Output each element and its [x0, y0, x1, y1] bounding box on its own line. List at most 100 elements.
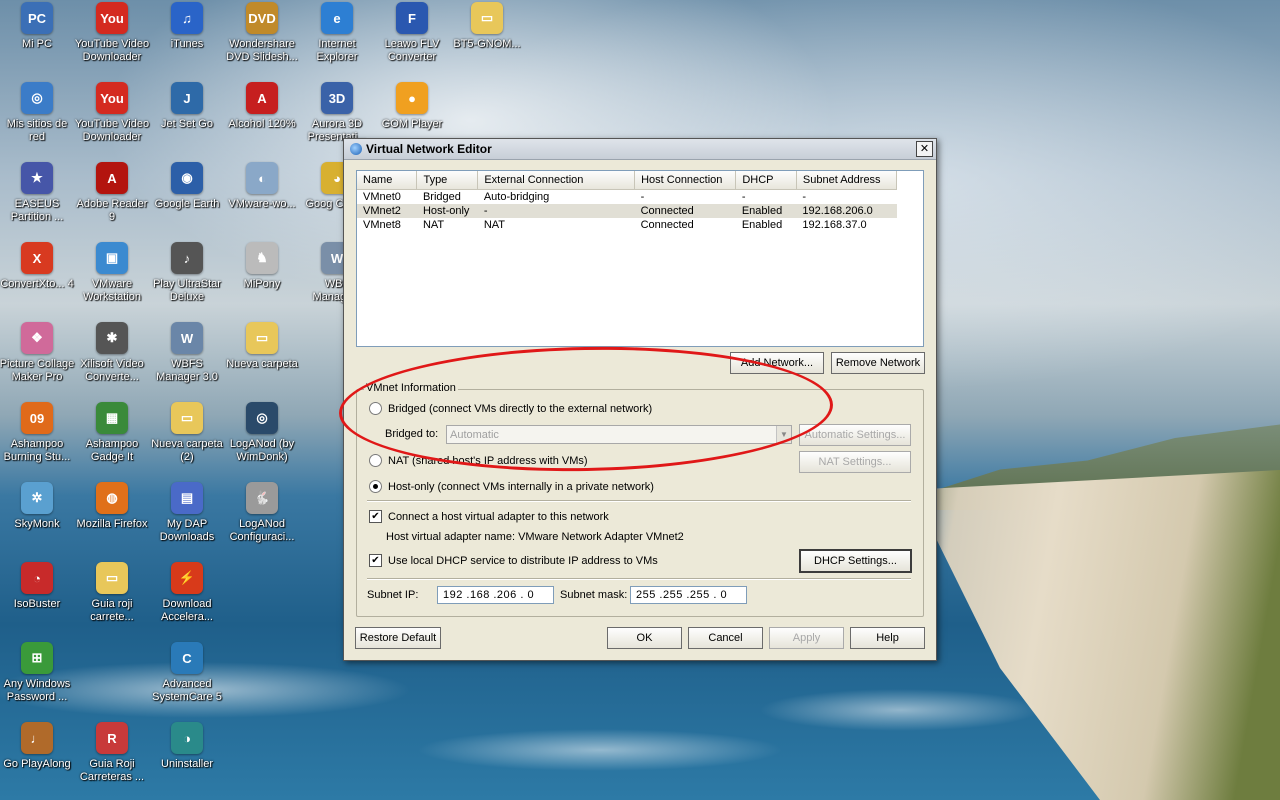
cancel-button[interactable]: Cancel: [688, 627, 763, 649]
desktop-icon-label: Any Windows Password ...: [3, 678, 71, 703]
ok-button[interactable]: OK: [607, 627, 682, 649]
desktop-icon-label: YouTube Video Downloader: [74, 38, 150, 63]
column-header[interactable]: DHCP: [735, 171, 797, 190]
desktop-icon[interactable]: ▤ My DAP Downloads: [149, 482, 225, 544]
desktop-icon-label: Internet Explorer: [316, 38, 358, 63]
connect-adapter-checkbox[interactable]: ✔: [369, 510, 382, 523]
desktop-icon[interactable]: e Internet Explorer: [299, 2, 375, 64]
adapter-name-row: Host virtual adapter name: VMware Networ…: [386, 531, 684, 543]
desktop-icon[interactable]: A Alcohol 120%: [224, 82, 300, 131]
dialog-titlebar[interactable]: Virtual Network Editor ✕: [344, 139, 936, 160]
desktop-icon[interactable]: PC Mi PC: [0, 2, 75, 51]
desktop-icon[interactable]: ❖ Picture Collage Maker Pro: [0, 322, 75, 384]
desktop-icon[interactable]: ◉ Google Earth: [149, 162, 225, 211]
close-icon[interactable]: ✕: [916, 141, 933, 157]
desktop-icon[interactable]: ♞ MiPony: [224, 242, 300, 291]
desktop-icon[interactable]: ⊞ Any Windows Password ...: [0, 642, 75, 704]
column-header[interactable]: Host Connection: [634, 171, 737, 190]
desktop-icon[interactable]: DVD Wondershare DVD Slidesh...: [224, 2, 300, 64]
desktop-icon[interactable]: ◍ Mozilla Firefox: [74, 482, 150, 531]
desktop-icon[interactable]: 🐇 LogANod Configuraci...: [224, 482, 300, 544]
nat-radio[interactable]: [369, 454, 382, 467]
desktop-icon[interactable]: R Guia Roji Carreteras ...: [74, 722, 150, 784]
column-header[interactable]: Name: [357, 171, 418, 190]
desktop-icon[interactable]: ◎ LogANod (by WimDonk): [224, 402, 300, 464]
desktop-icon-label: LogANod (by WimDonk): [229, 438, 295, 463]
connect-adapter-label: Connect a host virtual adapter to this n…: [388, 510, 609, 523]
host-only-option[interactable]: Host-only (connect VMs internally in a p…: [369, 480, 654, 493]
desktop-icon[interactable]: ★ EASEUS Partition ...: [0, 162, 75, 224]
host-only-radio[interactable]: [369, 480, 382, 493]
easeus-icon: ★: [21, 162, 53, 194]
nat-settings-button: NAT Settings...: [799, 451, 911, 473]
column-header[interactable]: Subnet Address: [796, 171, 898, 190]
subnet-mask-input[interactable]: 255 .255 .255 . 0: [630, 586, 747, 604]
vmware-network-icon: [350, 143, 362, 155]
desktop-icon[interactable]: You YouTube Video Downloader: [74, 2, 150, 64]
network-places-icon: ◎: [21, 82, 53, 114]
desktop-icon[interactable]: ▣ VMware Workstation: [74, 242, 150, 304]
desktop-icon-label: Uninstaller: [161, 758, 213, 770]
column-header[interactable]: External Connection: [477, 171, 636, 190]
desktop-icon[interactable]: W WBFS Manager 3.0: [149, 322, 225, 384]
desktop-icon[interactable]: ⚡ Download Accelera...: [149, 562, 225, 624]
bridged-radio[interactable]: [369, 402, 382, 415]
desktop-icon-label: GOM Player: [381, 118, 443, 130]
subnet-mask-row: Subnet mask:: [560, 589, 627, 601]
desktop-icon[interactable]: ♩ Go PlayAlong: [0, 722, 75, 771]
skymonk-icon: ✲: [21, 482, 53, 514]
desktop-icon-label: Mi PC: [22, 38, 52, 50]
desktop-icon[interactable]: 3D Aurora 3D Presentati...: [299, 82, 375, 144]
help-button[interactable]: Help: [850, 627, 925, 649]
desktop-icon-label: Go PlayAlong: [3, 758, 71, 770]
desktop-icon[interactable]: ▭ Nueva carpeta (2): [149, 402, 225, 464]
table-cell: VMnet2: [357, 204, 417, 218]
add-network-button[interactable]: Add Network...: [730, 352, 824, 374]
desktop-icon[interactable]: A Adobe Reader 9: [74, 162, 150, 224]
table-row[interactable]: VMnet0 Bridged Auto-bridging - - -: [357, 190, 897, 205]
desktop-icon[interactable]: ✱ Xilisoft Video Converte...: [74, 322, 150, 384]
desktop-icon-label: Jet Set Go: [161, 118, 213, 130]
desktop-icon[interactable]: ♫ iTunes: [149, 2, 225, 51]
guitar-icon: ♩: [21, 722, 53, 754]
separator: [367, 500, 911, 502]
desktop-icon[interactable]: ◐ VMware-wo...: [224, 162, 300, 211]
dhcp-option[interactable]: ✔ Use local DHCP service to distribute I…: [369, 554, 658, 567]
restore-default-button[interactable]: Restore Default: [355, 627, 441, 649]
table-cell: VMnet0: [363, 191, 401, 203]
desktop-icon[interactable]: ◔ IsoBuster: [0, 562, 75, 611]
connect-adapter-option[interactable]: ✔ Connect a host virtual adapter to this…: [369, 510, 609, 523]
desktop-icon[interactable]: ✲ SkyMonk: [0, 482, 75, 531]
dhcp-checkbox[interactable]: ✔: [369, 554, 382, 567]
subnet-ip-input[interactable]: 192 .168 .206 . 0: [437, 586, 554, 604]
remove-network-button[interactable]: Remove Network: [831, 352, 925, 374]
flv-converter-icon: F: [396, 2, 428, 34]
desktop-icon[interactable]: You YouTube Video Downloader: [74, 82, 150, 144]
computer-icon: PC: [21, 2, 53, 34]
desktop-icon[interactable]: X ConvertXto... 4: [0, 242, 75, 291]
desktop-icon-label: Advanced SystemCare 5: [152, 678, 222, 703]
desktop-icon[interactable]: ◎ Mis sitios de red: [0, 82, 75, 144]
apply-button: Apply: [769, 627, 844, 649]
bridged-to-label: Bridged to:: [385, 428, 439, 440]
table-row[interactable]: VMnet2 Host-only - Connected Enabled 192.168.…: [357, 204, 897, 218]
network-list[interactable]: Name Type External Connection Host Connecti…: [356, 170, 924, 347]
desktop-icon[interactable]: ▦ Ashampoo Gadge It: [74, 402, 150, 464]
table-cell: 192.168.37.0: [802, 219, 867, 231]
desktop-icon[interactable]: ▭ Guia roji carrete...: [74, 562, 150, 624]
desktop-icon[interactable]: ▭ Nueva carpeta: [224, 322, 300, 371]
column-header[interactable]: Type: [416, 171, 479, 190]
desktop-icon[interactable]: 09 Ashampoo Burning Stu...: [0, 402, 75, 464]
nat-option[interactable]: NAT (shared host's IP address with VMs): [369, 454, 588, 467]
desktop-icon[interactable]: J Jet Set Go: [149, 82, 225, 131]
desktop-icon[interactable]: ▭ BT5-GNOM...: [449, 2, 525, 51]
desktop-icon[interactable]: ● GOM Player: [374, 82, 450, 131]
desktop-icon-label: Leawo FLV Converter: [384, 38, 440, 63]
dhcp-settings-button[interactable]: DHCP Settings...: [799, 549, 912, 573]
desktop-icon[interactable]: F Leawo FLV Converter: [374, 2, 450, 64]
desktop-icon[interactable]: ◑ Uninstaller: [149, 722, 225, 771]
bridged-option[interactable]: Bridged (connect VMs directly to the ext…: [369, 402, 652, 415]
desktop-icon[interactable]: C Advanced SystemCare 5: [149, 642, 225, 704]
desktop-icon[interactable]: ♪ Play UltraStar Deluxe: [149, 242, 225, 304]
table-row[interactable]: VMnet8 NAT NAT Connected Enabled 192.168.37.0: [357, 218, 897, 232]
